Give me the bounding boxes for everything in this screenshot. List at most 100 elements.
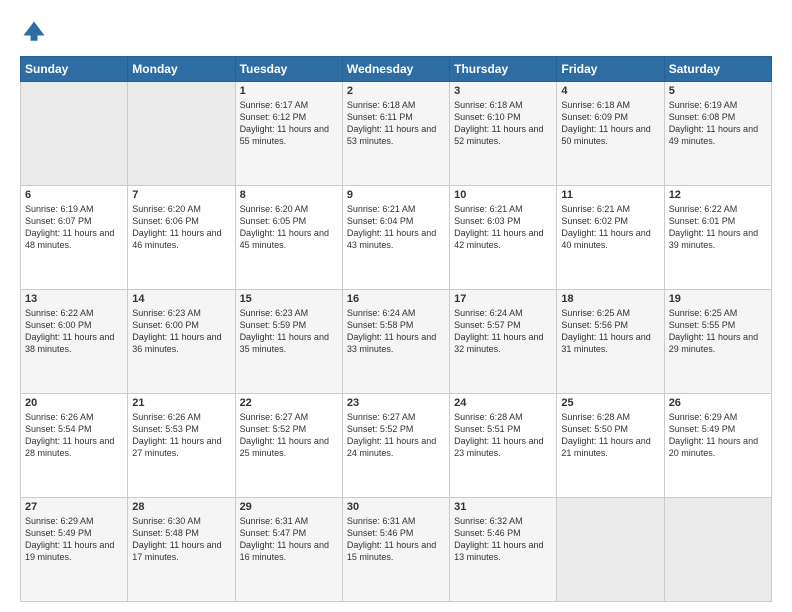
weekday-header-row: SundayMondayTuesdayWednesdayThursdayFrid… (21, 57, 772, 82)
weekday-header-thursday: Thursday (450, 57, 557, 82)
calendar-cell: 9 Sunrise: 6:21 AM Sunset: 6:04 PM Daylig… (342, 186, 449, 290)
calendar-cell: 28 Sunrise: 6:30 AM Sunset: 5:48 PM Dayli… (128, 498, 235, 602)
day-info: Sunrise: 6:18 AM Sunset: 6:11 PM Dayligh… (347, 99, 445, 148)
day-number: 7 (132, 189, 230, 201)
day-info: Sunrise: 6:23 AM Sunset: 5:59 PM Dayligh… (240, 307, 338, 356)
week-row-2: 6 Sunrise: 6:19 AM Sunset: 6:07 PM Daylig… (21, 186, 772, 290)
day-info: Sunrise: 6:27 AM Sunset: 5:52 PM Dayligh… (240, 411, 338, 460)
weekday-header-friday: Friday (557, 57, 664, 82)
calendar-cell: 22 Sunrise: 6:27 AM Sunset: 5:52 PM Dayli… (235, 394, 342, 498)
day-number: 19 (669, 293, 767, 305)
calendar-cell: 31 Sunrise: 6:32 AM Sunset: 5:46 PM Dayli… (450, 498, 557, 602)
day-number: 23 (347, 397, 445, 409)
calendar-cell: 20Sunrise: 6:26 AM Sunset: 5:54 PM Dayli… (21, 394, 128, 498)
weekday-header-tuesday: Tuesday (235, 57, 342, 82)
day-info: Sunrise: 6:30 AM Sunset: 5:48 PM Dayligh… (132, 515, 230, 564)
calendar-cell: 15 Sunrise: 6:23 AM Sunset: 5:59 PM Dayli… (235, 290, 342, 394)
day-number: 16 (347, 293, 445, 305)
calendar-cell: 29Sunrise: 6:31 AM Sunset: 5:47 PM Dayli… (235, 498, 342, 602)
week-row-5: 27Sunrise: 6:29 AM Sunset: 5:49 PM Dayli… (21, 498, 772, 602)
day-number: 28 (132, 501, 230, 513)
day-number: 21 (132, 397, 230, 409)
day-info: Sunrise: 6:26 AM Sunset: 5:54 PM Dayligh… (25, 411, 123, 460)
weekday-header-wednesday: Wednesday (342, 57, 449, 82)
day-info: Sunrise: 6:20 AM Sunset: 6:06 PM Dayligh… (132, 203, 230, 252)
calendar-cell: 4 Sunrise: 6:18 AM Sunset: 6:09 PM Daylig… (557, 82, 664, 186)
weekday-header-monday: Monday (128, 57, 235, 82)
calendar-cell: 18Sunrise: 6:25 AM Sunset: 5:56 PM Dayli… (557, 290, 664, 394)
day-info: Sunrise: 6:27 AM Sunset: 5:52 PM Dayligh… (347, 411, 445, 460)
day-number: 17 (454, 293, 552, 305)
day-info: Sunrise: 6:23 AM Sunset: 6:00 PM Dayligh… (132, 307, 230, 356)
day-number: 9 (347, 189, 445, 201)
calendar-cell: 27Sunrise: 6:29 AM Sunset: 5:49 PM Dayli… (21, 498, 128, 602)
day-info: Sunrise: 6:17 AM Sunset: 6:12 PM Dayligh… (240, 99, 338, 148)
calendar-cell: 14 Sunrise: 6:23 AM Sunset: 6:00 PM Dayli… (128, 290, 235, 394)
day-number: 11 (561, 189, 659, 201)
day-info: Sunrise: 6:21 AM Sunset: 6:04 PM Dayligh… (347, 203, 445, 252)
day-number: 5 (669, 85, 767, 97)
calendar-cell: 23 Sunrise: 6:27 AM Sunset: 5:52 PM Dayli… (342, 394, 449, 498)
calendar-cell: 11 Sunrise: 6:21 AM Sunset: 6:02 PM Dayli… (557, 186, 664, 290)
day-number: 10 (454, 189, 552, 201)
day-info: Sunrise: 6:28 AM Sunset: 5:51 PM Dayligh… (454, 411, 552, 460)
week-row-4: 20Sunrise: 6:26 AM Sunset: 5:54 PM Dayli… (21, 394, 772, 498)
header (20, 18, 772, 46)
day-info: Sunrise: 6:18 AM Sunset: 6:09 PM Dayligh… (561, 99, 659, 148)
day-number: 3 (454, 85, 552, 97)
calendar-cell: 26 Sunrise: 6:29 AM Sunset: 5:49 PM Dayli… (664, 394, 771, 498)
day-number: 14 (132, 293, 230, 305)
calendar-cell: 6 Sunrise: 6:19 AM Sunset: 6:07 PM Daylig… (21, 186, 128, 290)
day-info: Sunrise: 6:32 AM Sunset: 5:46 PM Dayligh… (454, 515, 552, 564)
calendar-cell: 19 Sunrise: 6:25 AM Sunset: 5:55 PM Dayli… (664, 290, 771, 394)
page: SundayMondayTuesdayWednesdayThursdayFrid… (0, 0, 792, 612)
calendar-cell (128, 82, 235, 186)
calendar-cell: 21 Sunrise: 6:26 AM Sunset: 5:53 PM Dayli… (128, 394, 235, 498)
day-number: 2 (347, 85, 445, 97)
day-info: Sunrise: 6:26 AM Sunset: 5:53 PM Dayligh… (132, 411, 230, 460)
day-number: 6 (25, 189, 123, 201)
calendar-cell: 30 Sunrise: 6:31 AM Sunset: 5:46 PM Dayli… (342, 498, 449, 602)
week-row-1: 1 Sunrise: 6:17 AM Sunset: 6:12 PM Daylig… (21, 82, 772, 186)
day-info: Sunrise: 6:28 AM Sunset: 5:50 PM Dayligh… (561, 411, 659, 460)
logo-icon (20, 18, 48, 46)
calendar-table: SundayMondayTuesdayWednesdayThursdayFrid… (20, 56, 772, 602)
day-number: 15 (240, 293, 338, 305)
calendar-cell: 24Sunrise: 6:28 AM Sunset: 5:51 PM Dayli… (450, 394, 557, 498)
day-number: 12 (669, 189, 767, 201)
calendar-cell: 12 Sunrise: 6:22 AM Sunset: 6:01 PM Dayli… (664, 186, 771, 290)
day-number: 22 (240, 397, 338, 409)
day-info: Sunrise: 6:29 AM Sunset: 5:49 PM Dayligh… (669, 411, 767, 460)
day-number: 31 (454, 501, 552, 513)
day-info: Sunrise: 6:31 AM Sunset: 5:47 PM Dayligh… (240, 515, 338, 564)
day-info: Sunrise: 6:31 AM Sunset: 5:46 PM Dayligh… (347, 515, 445, 564)
day-number: 18 (561, 293, 659, 305)
day-info: Sunrise: 6:24 AM Sunset: 5:58 PM Dayligh… (347, 307, 445, 356)
day-number: 30 (347, 501, 445, 513)
calendar-cell (664, 498, 771, 602)
day-info: Sunrise: 6:22 AM Sunset: 6:00 PM Dayligh… (25, 307, 123, 356)
calendar-cell: 13 Sunrise: 6:22 AM Sunset: 6:00 PM Dayli… (21, 290, 128, 394)
day-info: Sunrise: 6:20 AM Sunset: 6:05 PM Dayligh… (240, 203, 338, 252)
calendar-cell (21, 82, 128, 186)
day-info: Sunrise: 6:21 AM Sunset: 6:02 PM Dayligh… (561, 203, 659, 252)
day-number: 27 (25, 501, 123, 513)
day-info: Sunrise: 6:24 AM Sunset: 5:57 PM Dayligh… (454, 307, 552, 356)
day-info: Sunrise: 6:19 AM Sunset: 6:07 PM Dayligh… (25, 203, 123, 252)
day-number: 4 (561, 85, 659, 97)
calendar-cell: 1 Sunrise: 6:17 AM Sunset: 6:12 PM Daylig… (235, 82, 342, 186)
week-row-3: 13 Sunrise: 6:22 AM Sunset: 6:00 PM Dayli… (21, 290, 772, 394)
day-number: 26 (669, 397, 767, 409)
calendar-cell: 2 Sunrise: 6:18 AM Sunset: 6:11 PM Daylig… (342, 82, 449, 186)
day-info: Sunrise: 6:25 AM Sunset: 5:55 PM Dayligh… (669, 307, 767, 356)
day-number: 1 (240, 85, 338, 97)
logo (20, 18, 52, 46)
calendar-cell: 3 Sunrise: 6:18 AM Sunset: 6:10 PM Daylig… (450, 82, 557, 186)
calendar-cell: 7 Sunrise: 6:20 AM Sunset: 6:06 PM Daylig… (128, 186, 235, 290)
day-number: 13 (25, 293, 123, 305)
calendar-cell: 5Sunrise: 6:19 AM Sunset: 6:08 PM Daylig… (664, 82, 771, 186)
calendar-cell (557, 498, 664, 602)
day-info: Sunrise: 6:18 AM Sunset: 6:10 PM Dayligh… (454, 99, 552, 148)
day-info: Sunrise: 6:22 AM Sunset: 6:01 PM Dayligh… (669, 203, 767, 252)
weekday-header-saturday: Saturday (664, 57, 771, 82)
